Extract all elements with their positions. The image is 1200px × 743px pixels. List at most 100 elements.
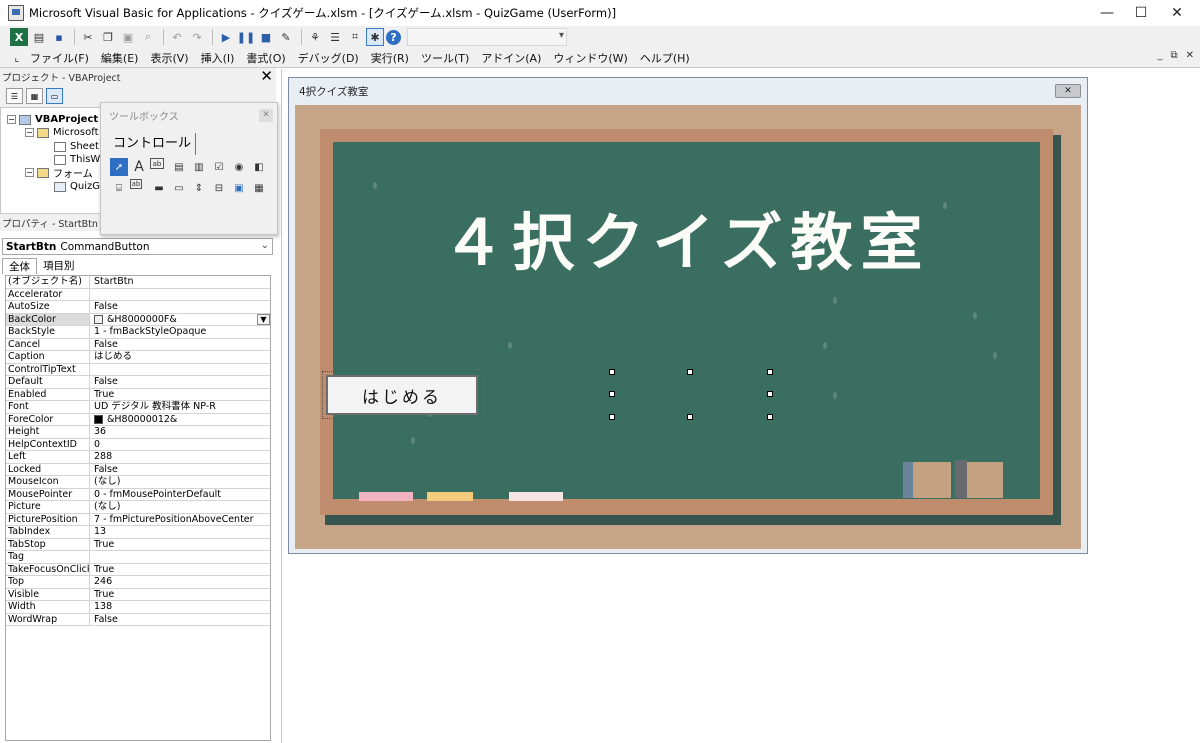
run-icon[interactable]: ▶ [217, 28, 235, 46]
property-row[interactable]: (オブジェクト名) StartBtn [6, 276, 270, 289]
menu-file[interactable]: ファイル(F) [30, 50, 89, 66]
tree-item-forms[interactable]: − フォーム [25, 166, 93, 180]
property-value-cell[interactable]: &H80000012& [90, 414, 270, 426]
property-value[interactable]: 13 [90, 526, 270, 538]
property-row[interactable]: Height 36 [6, 426, 270, 439]
tabstrip-icon[interactable]: ▬ [150, 179, 168, 197]
toolbox-icon[interactable]: ✱ [366, 28, 384, 46]
property-row[interactable]: TabStop True [6, 538, 270, 551]
property-value[interactable] [90, 364, 270, 376]
menu-run[interactable]: 実行(R) [371, 50, 409, 66]
property-row[interactable]: HelpContextID 0 [6, 438, 270, 451]
property-value[interactable]: True [90, 564, 270, 576]
menu-tools[interactable]: ツール(T) [421, 50, 469, 66]
property-row[interactable]: Font UD デジタル 教科書体 NP-R [6, 401, 270, 414]
userform-canvas[interactable]: ４択クイズ教室 [295, 105, 1081, 549]
property-row[interactable]: Caption はじめる [6, 351, 270, 364]
view-excel-icon[interactable]: X [10, 28, 28, 46]
optionbutton-icon[interactable]: ◉ [230, 158, 248, 176]
tree-item-quizgame[interactable]: QuizGa [54, 180, 106, 193]
chalkboard[interactable]: ４択クイズ教室 [333, 142, 1040, 499]
multipage-icon[interactable]: ▭ [170, 179, 188, 197]
userform-close-button[interactable]: ✕ [1055, 84, 1081, 98]
mdi-close-button[interactable]: ✕ [1186, 50, 1194, 61]
property-row[interactable]: TakeFocusOnClick True [6, 563, 270, 576]
insert-userform-icon[interactable]: ▤ [30, 28, 48, 46]
property-row[interactable]: MouseIcon (なし) [6, 476, 270, 489]
resize-handle[interactable] [767, 414, 773, 420]
collapse-icon[interactable]: − [25, 168, 34, 177]
redo-icon[interactable]: ↷ [188, 28, 206, 46]
property-row[interactable]: Default False [6, 376, 270, 389]
save-icon[interactable]: ▪ [50, 28, 68, 46]
property-row[interactable]: WordWrap False [6, 613, 270, 626]
property-value[interactable]: 1 - fmBackStyleOpaque [90, 326, 270, 338]
design-mode-icon[interactable]: ✎ [277, 28, 295, 46]
textbox-icon[interactable]: ab [150, 158, 164, 169]
property-value[interactable]: (なし) [90, 476, 270, 488]
tab-alphabetic[interactable]: 全体 [2, 258, 37, 274]
property-row[interactable]: ForeColor &H80000012& [6, 413, 270, 426]
property-value[interactable]: False [90, 464, 270, 476]
property-row[interactable]: Enabled True [6, 388, 270, 401]
togglebutton-icon[interactable]: ◧ [250, 158, 268, 176]
help-icon[interactable]: ? [386, 29, 401, 45]
commandbutton-icon[interactable]: ab [130, 179, 142, 189]
toolbox-window[interactable]: ツールボックス ✕ コントロール ➚ A ab ▤ ▥ ☑ ◉ ◧ ⌸ ab ▬… [100, 102, 278, 235]
toolbox-tab-controls[interactable]: コントロール [109, 133, 197, 155]
property-row[interactable]: Tag [6, 551, 270, 564]
tab-categorized[interactable]: 項目別 [37, 258, 81, 274]
dropdown-arrow-icon[interactable]: ▼ [257, 313, 270, 325]
property-row[interactable]: Width 138 [6, 601, 270, 614]
property-value[interactable]: True [90, 389, 270, 401]
property-value[interactable]: False [90, 614, 270, 626]
mdi-restore-button[interactable]: ⧉ [1170, 50, 1177, 61]
property-value[interactable]: True [90, 539, 270, 551]
property-row[interactable]: Top 246 [6, 576, 270, 589]
userform-designer-window[interactable]: 4択クイズ教室 ✕ ４択クイズ教室 [288, 77, 1088, 554]
resize-handle[interactable] [609, 391, 615, 397]
property-value[interactable]: False [90, 301, 270, 313]
menu-help[interactable]: ヘルプ(H) [640, 50, 690, 66]
menu-edit[interactable]: 編集(E) [101, 50, 139, 66]
break-icon[interactable]: ❚❚ [237, 28, 255, 46]
property-row[interactable]: Left 288 [6, 451, 270, 464]
property-value[interactable]: StartBtn [90, 276, 270, 288]
property-value[interactable]: 0 [90, 439, 270, 451]
object-browser-icon[interactable]: ⌗ [346, 28, 364, 46]
property-row[interactable]: ControlTipText [6, 363, 270, 376]
frame-icon[interactable]: ⌸ [110, 179, 128, 197]
cut-icon[interactable]: ✂ [79, 28, 97, 46]
property-value[interactable] [90, 551, 270, 563]
toolbox-close-button[interactable]: ✕ [259, 109, 273, 122]
resize-handle[interactable] [687, 414, 693, 420]
spinbutton-icon[interactable]: ⊟ [210, 179, 228, 197]
resize-handle[interactable] [767, 391, 773, 397]
property-value[interactable]: (なし) [90, 501, 270, 513]
property-value[interactable]: 0 - fmMousePointerDefault [90, 489, 270, 501]
property-value[interactable]: 288 [90, 451, 270, 463]
close-button[interactable]: ✕ [1154, 0, 1200, 26]
menu-debug[interactable]: デバッグ(D) [298, 50, 359, 66]
property-row[interactable]: Picture (なし) [6, 501, 270, 514]
toggle-folders-icon[interactable]: ▭ [46, 88, 63, 104]
mdi-minimize-button[interactable]: _ [1157, 50, 1162, 61]
property-row[interactable]: Locked False [6, 463, 270, 476]
property-row[interactable]: AutoSize False [6, 301, 270, 314]
scrollbar-icon[interactable]: ⇕ [190, 179, 208, 197]
view-object-icon[interactable]: ▦ [26, 88, 43, 104]
chevron-down-icon[interactable]: ⌄ [261, 240, 269, 251]
refedit-icon[interactable]: ▦ [250, 179, 268, 197]
property-row-selected[interactable]: BackColor &H8000000F& ▼ [6, 313, 270, 326]
property-row[interactable]: Accelerator [6, 288, 270, 301]
tree-item-excel-objects[interactable]: − Microsoft E [25, 126, 108, 139]
property-value[interactable]: 36 [90, 426, 270, 438]
menu-addins[interactable]: アドイン(A) [481, 50, 541, 66]
collapse-icon[interactable]: − [25, 128, 34, 137]
resize-handle[interactable] [609, 414, 615, 420]
property-row[interactable]: Visible True [6, 588, 270, 601]
property-value[interactable]: UD デジタル 教科書体 NP-R [90, 401, 270, 413]
properties-window-icon[interactable]: ☰ [326, 28, 344, 46]
combobox-icon[interactable]: ▤ [170, 158, 188, 176]
menu-window[interactable]: ウィンドウ(W) [553, 50, 627, 66]
